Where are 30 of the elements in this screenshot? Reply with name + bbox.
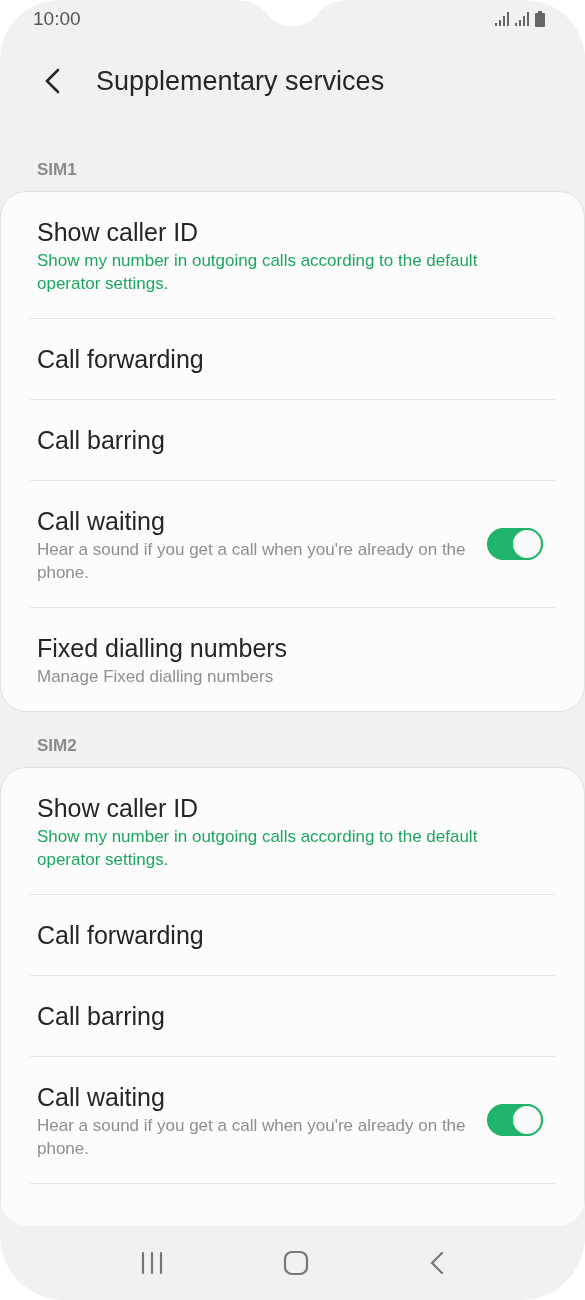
item-description: Show my number in outgoing calls according to the default operator settings.	[37, 826, 479, 871]
section-label: SIM2	[36, 736, 78, 757]
item-description: Show my number in outgoing calls according to the default operator settings.	[37, 250, 479, 295]
item-title: Call forwarding	[37, 344, 205, 375]
section-label: SIM1	[36, 160, 78, 181]
toggle-switch[interactable]	[487, 528, 543, 560]
status-time: 10:00	[33, 8, 81, 30]
settings-item[interactable]: Call waiting Hear a sound if you get a call when you're already on the phone.	[30, 1056, 555, 1183]
settings-item[interactable]: Fixed dialling numbers Manage Fixed dialling numbers	[30, 607, 555, 711]
item-description: Hear a sound if you get a call when you're already on the phone.	[37, 539, 467, 584]
item-title: Call barring	[37, 1001, 166, 1032]
status-icons	[495, 11, 545, 27]
item-title: Fixed dialling numbers	[37, 633, 289, 664]
item-title: Call barring	[37, 425, 166, 456]
item-title: Show caller ID	[37, 793, 200, 824]
settings-item[interactable]: Show caller ID Show my number in outgoing calls according to the default operator settings.	[30, 768, 555, 894]
settings-item[interactable]: Call forwarding	[30, 318, 555, 399]
item-description: Hear a sound if you get a call when you're already on the phone.	[37, 1115, 467, 1160]
settings-item[interactable]: Show caller ID Show my number in outgoing calls according to the default operator settings.	[30, 192, 555, 318]
settings-item[interactable]: Call barring	[30, 399, 555, 480]
item-description: Manage Fixed dialling numbers	[37, 666, 275, 688]
toggle-switch[interactable]	[487, 1104, 543, 1136]
settings-item[interactable]: Call forwarding	[30, 894, 555, 975]
settings-item[interactable]: Call waiting Hear a sound if you get a call when you're already on the phone.	[30, 480, 555, 607]
item-title: Call forwarding	[37, 920, 205, 951]
item-title: Show caller ID	[37, 217, 200, 248]
settings-item[interactable]: Call barring	[30, 975, 555, 1056]
item-title: Call waiting	[37, 1082, 166, 1113]
item-title: Call waiting	[37, 506, 166, 537]
page-title: Supplementary services	[96, 65, 385, 97]
